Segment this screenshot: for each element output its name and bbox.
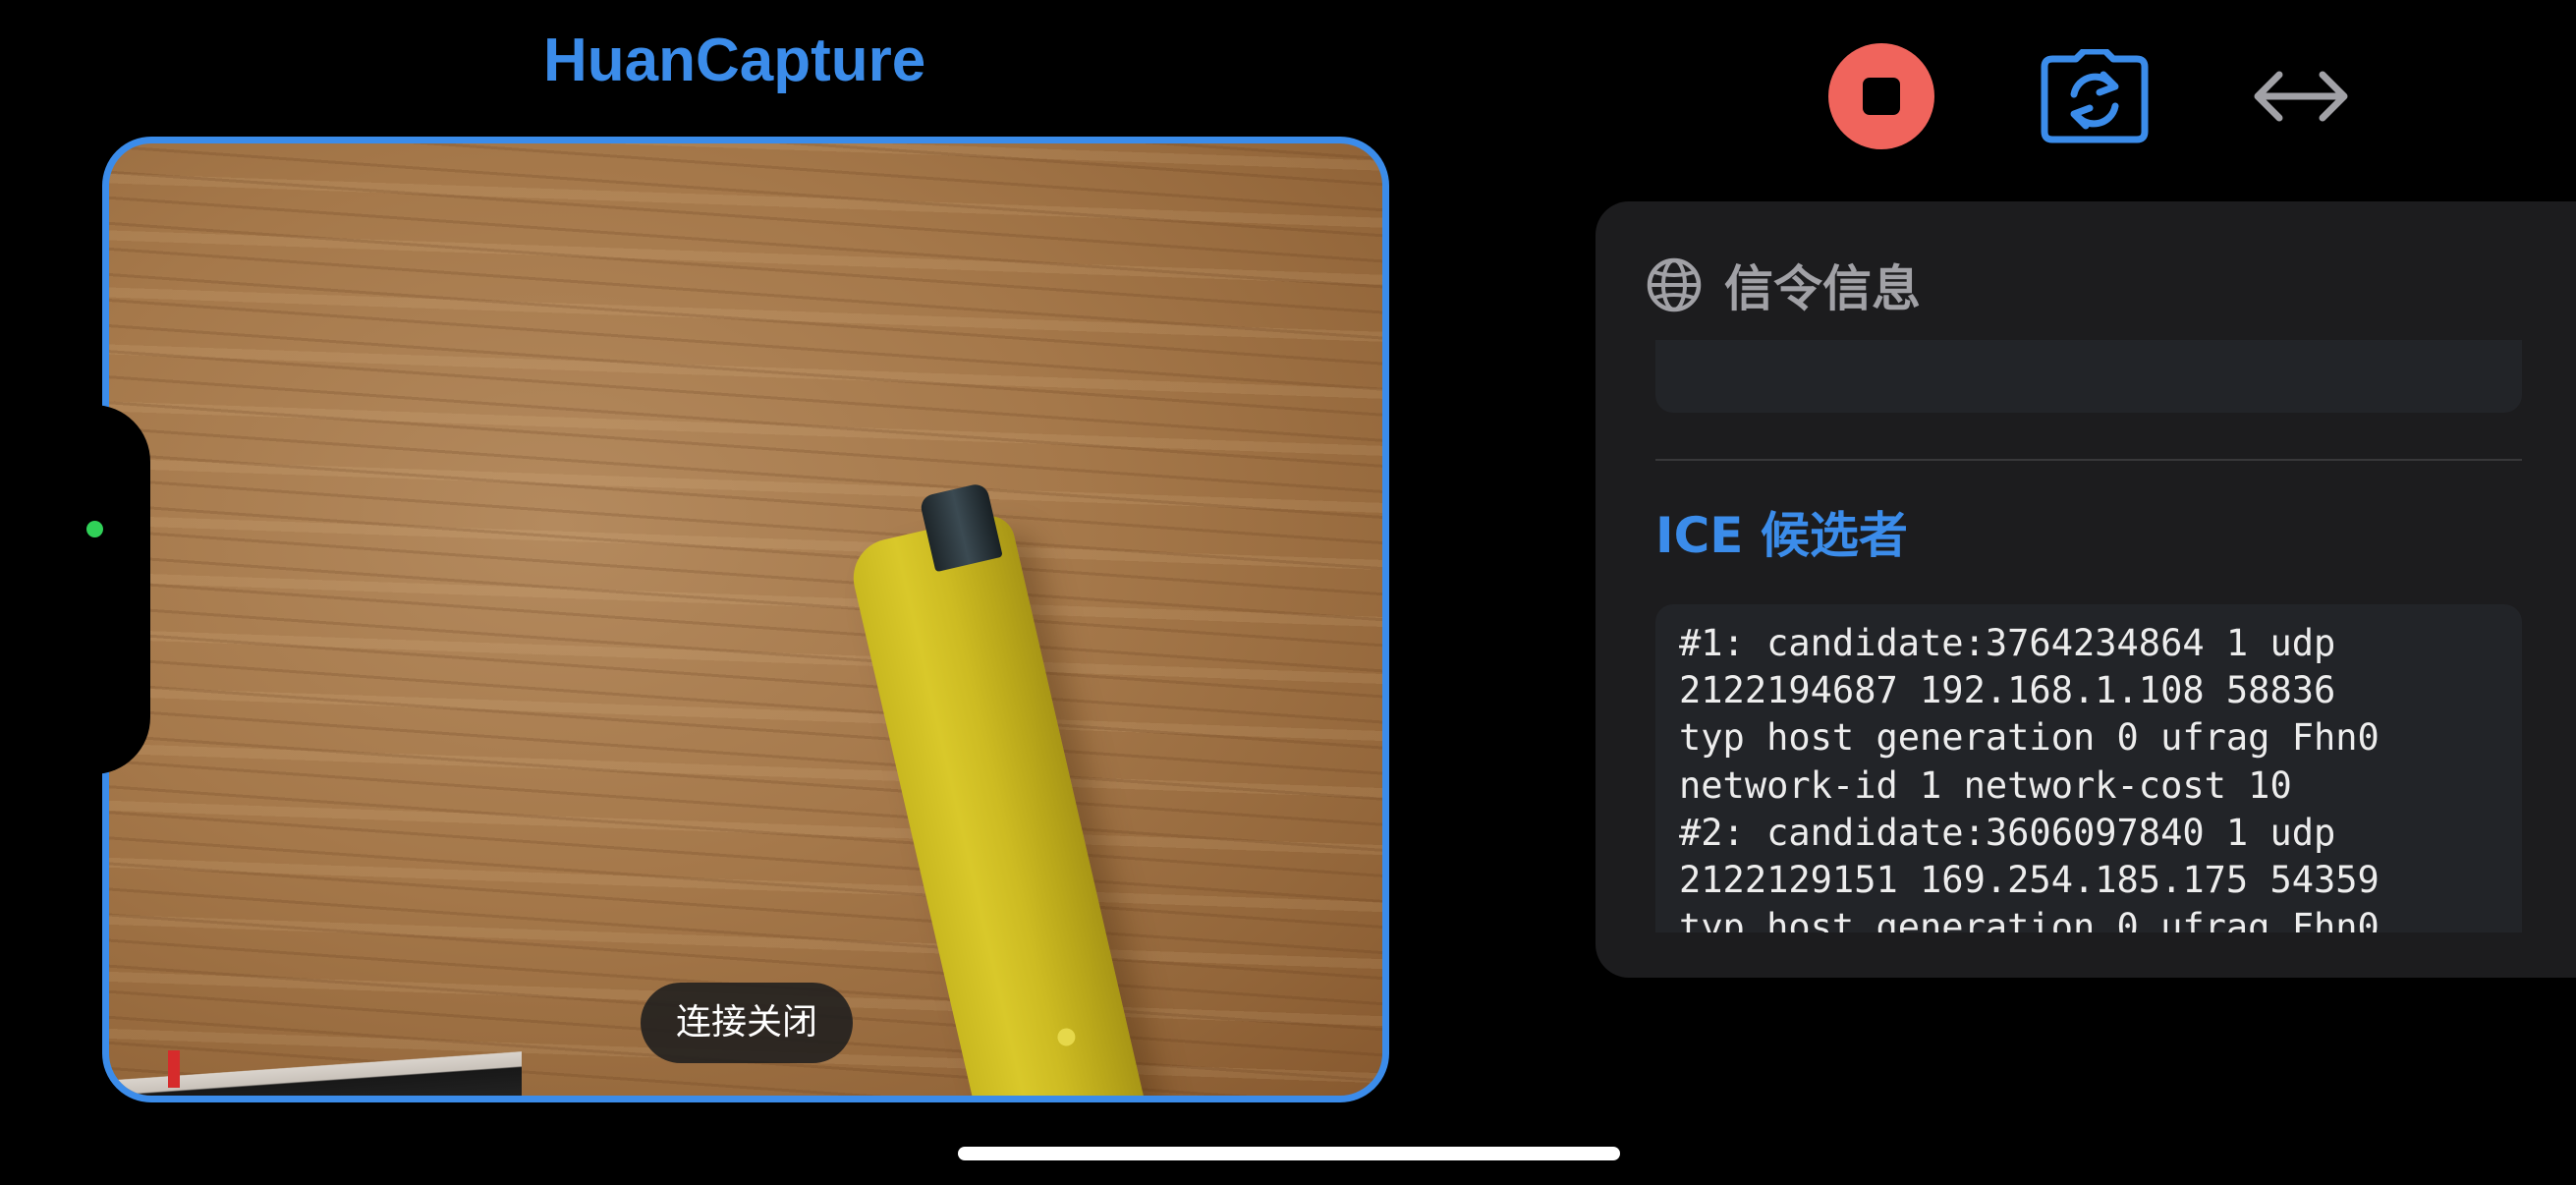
signaling-info-panel[interactable]: 信令信息 ICE 候选者 #1: candidate:3764234864 1 … — [1596, 201, 2576, 978]
ice-candidates-title: ICE 候选者 — [1655, 507, 1908, 564]
lighter-body — [845, 511, 1150, 1096]
stop-icon — [1863, 78, 1900, 115]
connection-status-badge: 连接关闭 — [641, 983, 853, 1063]
signaling-content-box[interactable] — [1655, 340, 2522, 413]
camera-preview[interactable] — [102, 137, 1389, 1102]
app-title: HuanCapture — [543, 27, 926, 94]
arrows-left-right-icon — [2254, 71, 2348, 122]
globe-icon — [1647, 257, 1702, 312]
app-screen: HuanCapture 连接关闭 信令信息 ICE 候选者 #1: candid… — [0, 0, 2576, 1185]
stop-button[interactable] — [1828, 43, 1934, 149]
ice-candidates-text: #1: candidate:3764234864 1 udp 212219468… — [1679, 622, 2380, 932]
switch-camera-button[interactable] — [2039, 47, 2151, 143]
ice-candidates-box[interactable]: #1: candidate:3764234864 1 udp 212219468… — [1655, 604, 2522, 932]
preview-lighter-object — [838, 479, 1151, 1096]
preview-red-mark — [168, 1050, 180, 1088]
home-indicator[interactable] — [958, 1147, 1620, 1160]
section-divider — [1655, 459, 2522, 461]
swap-layout-button[interactable] — [2250, 63, 2352, 130]
camera-notch — [0, 405, 150, 774]
camera-rotate-icon — [2041, 47, 2149, 143]
signaling-panel-title: 信令信息 — [1724, 260, 1921, 317]
camera-active-indicator — [86, 521, 103, 537]
signaling-panel-header: 信令信息 — [1646, 251, 1921, 319]
